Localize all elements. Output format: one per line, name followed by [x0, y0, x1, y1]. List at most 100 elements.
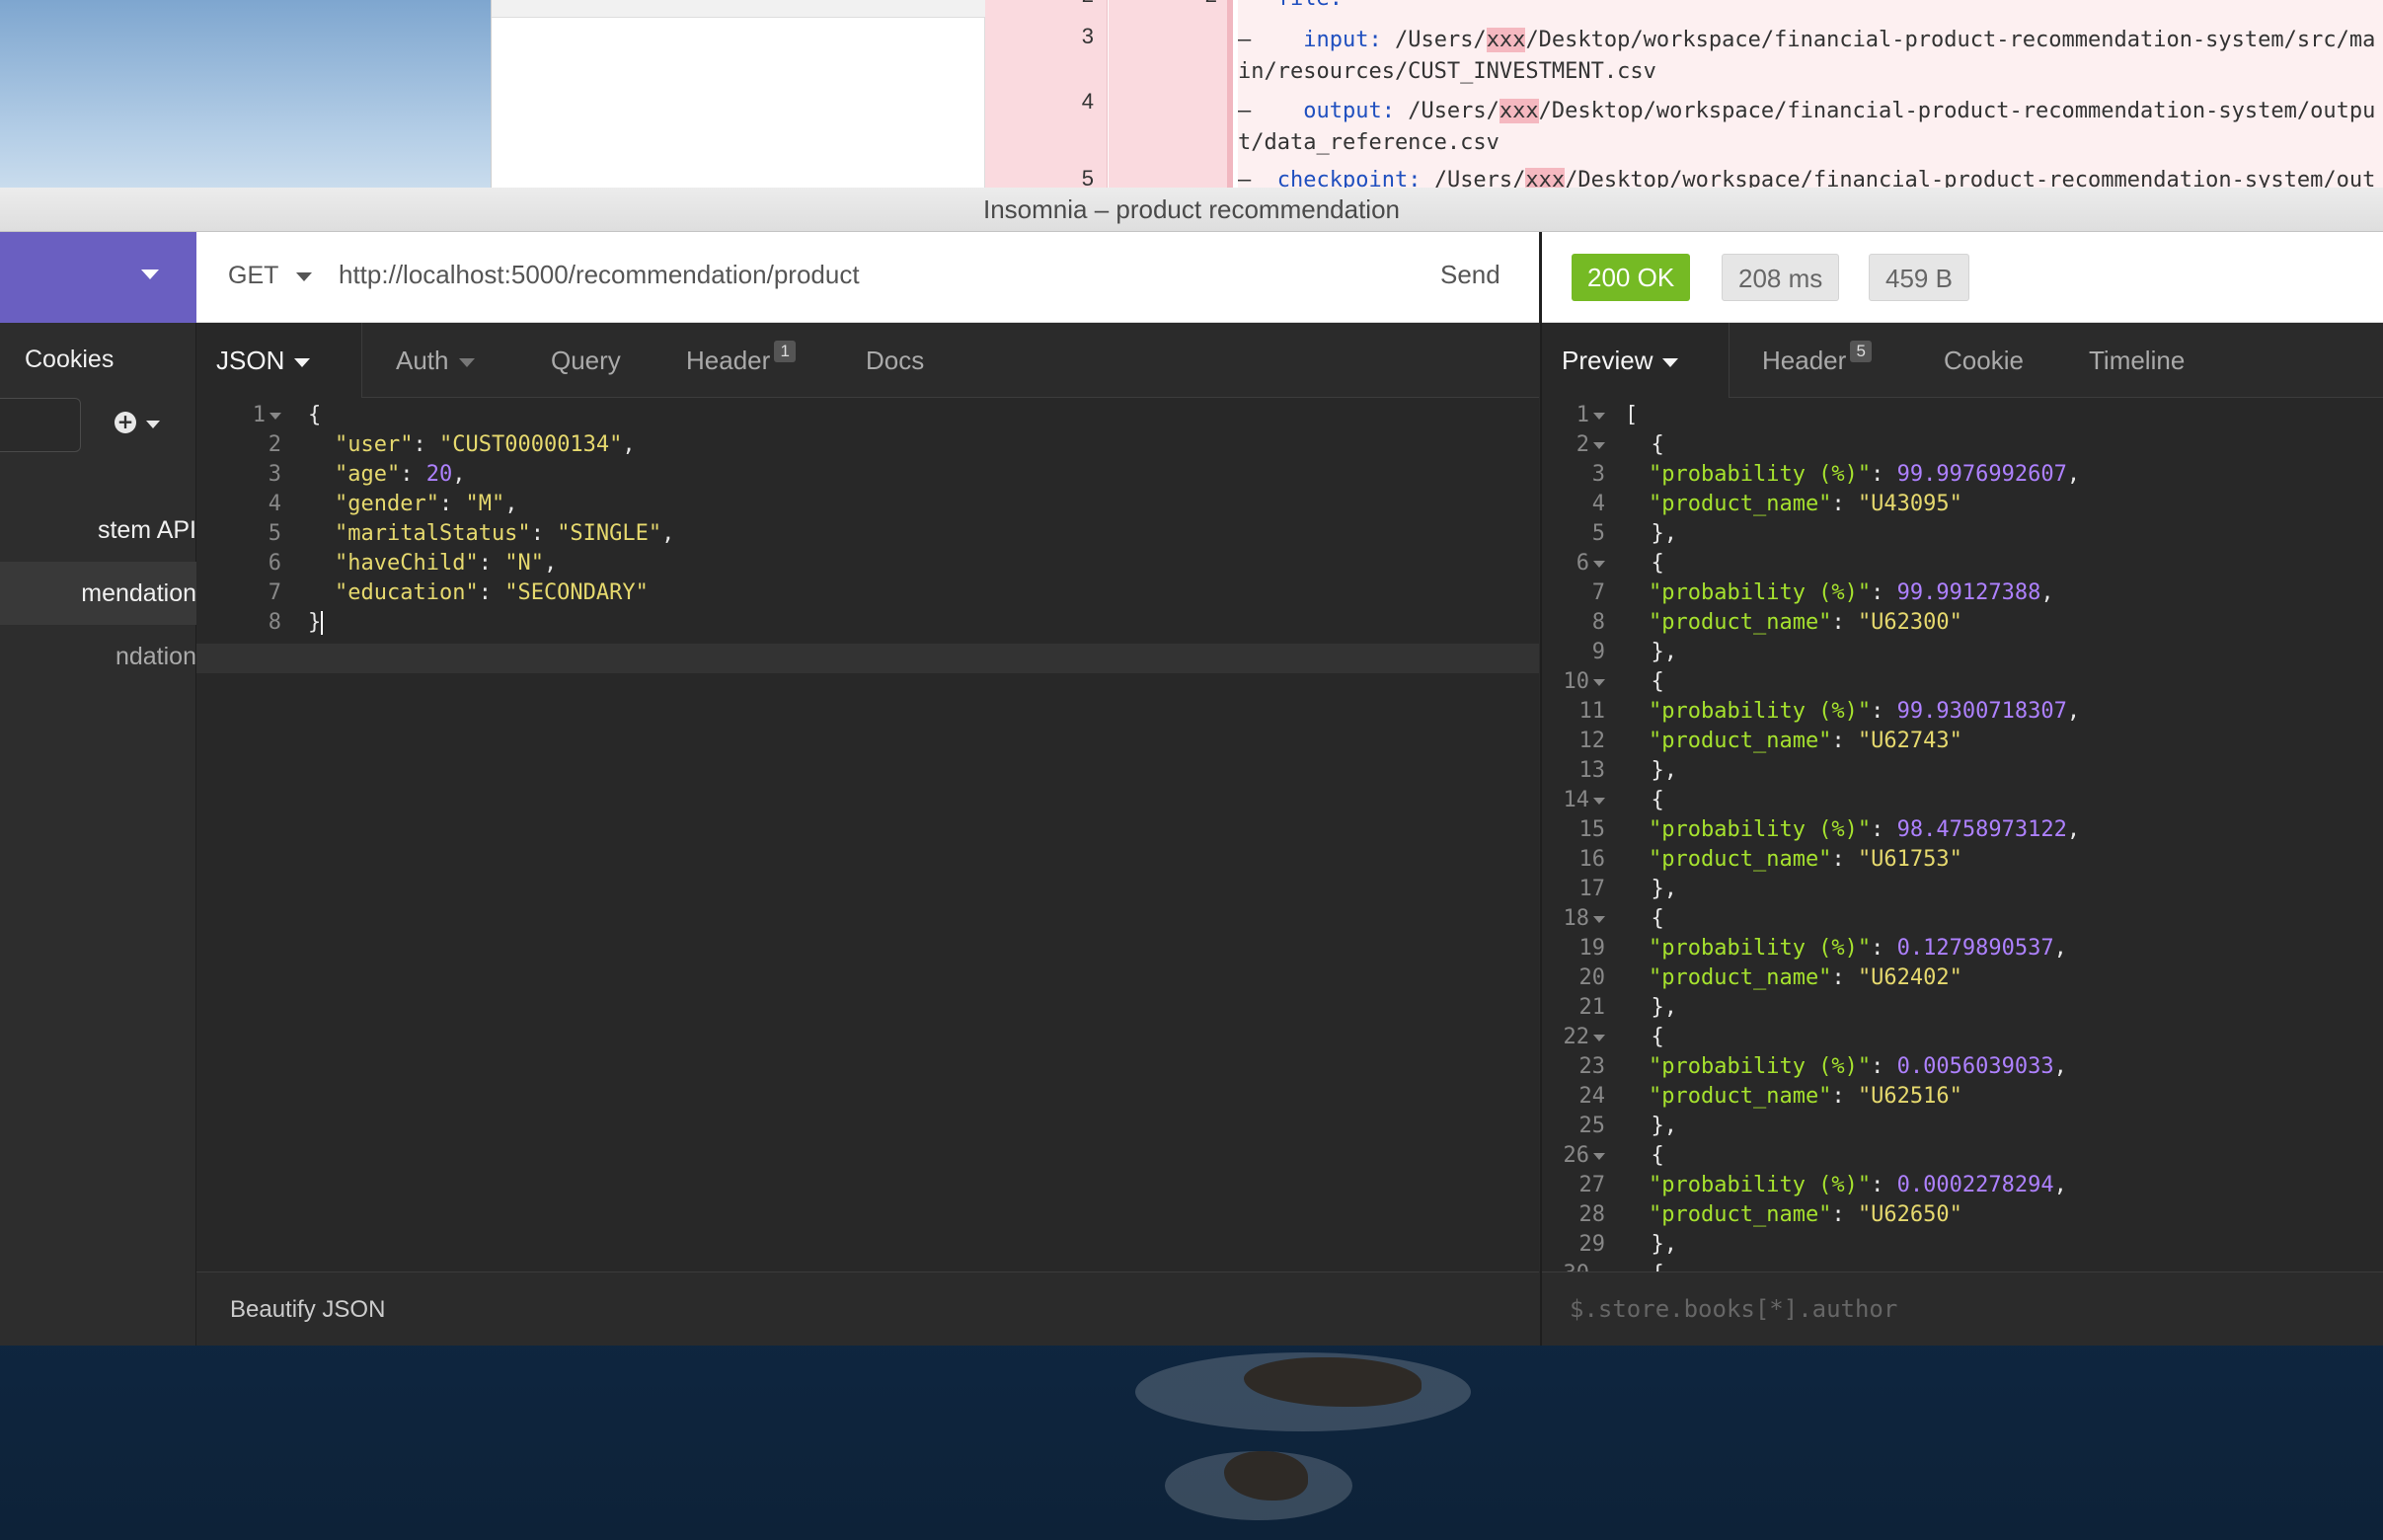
line-number: 16: [1548, 847, 1606, 872]
line-number-text: 6: [268, 551, 281, 576]
code-line: {: [308, 403, 321, 427]
line-number-text: 11: [1578, 699, 1606, 724]
url-bar: GET http://localhost:5000/recommendation…: [196, 232, 1539, 323]
code-line: {: [1625, 669, 1663, 694]
redacted-text: xxx: [1499, 99, 1539, 123]
fold-toggle-icon[interactable]: [1593, 915, 1605, 923]
response-pane: 200 OK 208 ms 459 B Preview Header 5 Cook…: [1540, 232, 2383, 1346]
code-line: },: [1625, 1232, 1677, 1257]
code-line: "user": "CUST00000134",: [335, 432, 636, 457]
line-number-text: 23: [1578, 1054, 1606, 1079]
code-punct: {: [1625, 1025, 1664, 1049]
code-punct: {: [308, 403, 322, 427]
response-filter-input[interactable]: $.store.books[*].author: [1542, 1271, 2383, 1346]
tab-label: Query: [551, 346, 621, 375]
line-number-text: 1: [252, 403, 266, 427]
code-punct: :: [1831, 1202, 1858, 1227]
fold-toggle-icon[interactable]: [1593, 797, 1605, 805]
request-body-editor[interactable]: 1 {2 "user": "CUST00000134", 3 "age": 20, 4 "g…: [196, 398, 1539, 1271]
add-icon[interactable]: +: [115, 412, 136, 433]
fold-toggle-icon[interactable]: [1593, 678, 1605, 686]
diff-line-number-left: 4: [1081, 89, 1094, 114]
fold-toggle-icon[interactable]: [1593, 1034, 1605, 1041]
json-key: "maritalStatus": [335, 521, 531, 546]
sidebar-item-label: mendation: [81, 579, 196, 607]
chevron-down-icon: [1662, 357, 1679, 367]
diff-line-number-left: 2: [985, 0, 1094, 8]
line-number-text: 4: [268, 492, 281, 516]
code-punct: :: [1831, 610, 1858, 635]
line-number-text: 2: [1576, 432, 1589, 457]
tab-cookie[interactable]: Cookie: [1924, 323, 2043, 398]
url-input[interactable]: http://localhost:5000/recommendation/pro…: [339, 260, 860, 290]
code-punct: },: [1625, 995, 1677, 1020]
tab-label: Auth: [396, 346, 449, 375]
code-line: {: [1625, 1262, 1663, 1271]
diff-line-prefix: –: [1238, 99, 1304, 123]
json-key: "product_name": [1649, 965, 1832, 990]
json-value: 20: [425, 462, 453, 487]
line-number-text: 30: [1564, 1262, 1590, 1271]
file-list-row[interactable]: [492, 0, 985, 18]
tab-auth[interactable]: Auth: [376, 323, 495, 398]
tab-header[interactable]: Header 1: [666, 323, 815, 398]
fold-toggle-icon[interactable]: [1593, 441, 1605, 449]
response-body-viewer[interactable]: 1 [2 {3 "probability (%)": 99.9976992607, 4…: [1542, 398, 2383, 1271]
fold-toggle-icon[interactable]: [269, 412, 281, 420]
workspace-dropdown[interactable]: [0, 232, 196, 323]
diff-line-text: /Users/: [1394, 99, 1499, 123]
code-punct: },: [1625, 877, 1677, 901]
code-line: {: [1625, 788, 1663, 812]
code-punct: :: [1871, 462, 1897, 487]
chevron-down-icon[interactable]: [146, 421, 160, 428]
send-button[interactable]: Send: [1440, 260, 1500, 290]
tab-docs[interactable]: Docs: [846, 323, 944, 398]
chevron-down-icon[interactable]: [296, 272, 312, 281]
tab-query[interactable]: Query: [531, 323, 641, 398]
response-status-bar: 200 OK 208 ms 459 B: [1542, 232, 2383, 323]
fold-toggle-icon[interactable]: [1593, 412, 1605, 420]
sidebar-item-recommendation-active[interactable]: mendation: [0, 562, 196, 625]
code-punct: {: [1625, 432, 1664, 457]
line-number-text: 13: [1578, 758, 1606, 783]
code-line: }: [308, 610, 324, 635]
line-number-text: 25: [1578, 1114, 1606, 1138]
fold-toggle-icon[interactable]: [1593, 560, 1605, 568]
line-number-text: 28: [1578, 1202, 1606, 1227]
json-value: 99.99127388: [1896, 580, 2041, 605]
line-number: 4: [1548, 492, 1605, 516]
response-tabs: Preview Header 5 Cookie Timeline: [1542, 323, 2383, 398]
cookies-link[interactable]: Cookies: [25, 346, 114, 374]
line-number-text: 10: [1563, 669, 1590, 694]
json-key: "probability (%)": [1649, 462, 1872, 487]
diff-line-key: checkpoint:: [1276, 168, 1422, 188]
json-value: 0.1279890537: [1896, 936, 2054, 961]
fold-toggle-icon[interactable]: [1593, 1152, 1605, 1160]
tab-timeline[interactable]: Timeline: [2069, 323, 2204, 398]
code-punct: {: [1625, 906, 1664, 931]
json-value: "SINGLE": [557, 521, 662, 546]
tab-label: Header: [1762, 346, 1847, 375]
diff-line-number-left: 5: [1081, 166, 1094, 188]
sidebar-item-recommendation[interactable]: ndation: [0, 625, 196, 688]
code-punct: ,: [2066, 699, 2081, 724]
code-punct: ,: [2053, 936, 2067, 961]
code-line: },: [1625, 640, 1677, 664]
sidebar-item-api[interactable]: stem API: [0, 499, 196, 562]
line-number: 28: [1548, 1202, 1606, 1227]
sidebar-filter-input[interactable]: [0, 398, 81, 452]
tab-preview[interactable]: Preview: [1542, 323, 1730, 398]
json-key: "probability (%)": [1649, 1054, 1872, 1079]
diff-line-number-left: 3: [1081, 24, 1094, 48]
method-selector[interactable]: GET: [228, 262, 278, 290]
beautify-json-button[interactable]: Beautify JSON: [196, 1271, 1539, 1346]
tab-response-header[interactable]: Header 5: [1742, 323, 1891, 398]
request-pane: GET http://localhost:5000/recommendation…: [196, 232, 1539, 1346]
tab-json[interactable]: JSON: [196, 323, 362, 398]
code-punct: :: [438, 492, 466, 516]
line-number-text: 14: [1563, 788, 1590, 812]
insomnia-app: Cookies + stem API mendation ndation GET…: [0, 232, 2383, 1346]
json-value: "SECONDARY": [504, 580, 649, 605]
code-punct: :: [1871, 699, 1897, 724]
code-punct: :: [1831, 492, 1858, 516]
